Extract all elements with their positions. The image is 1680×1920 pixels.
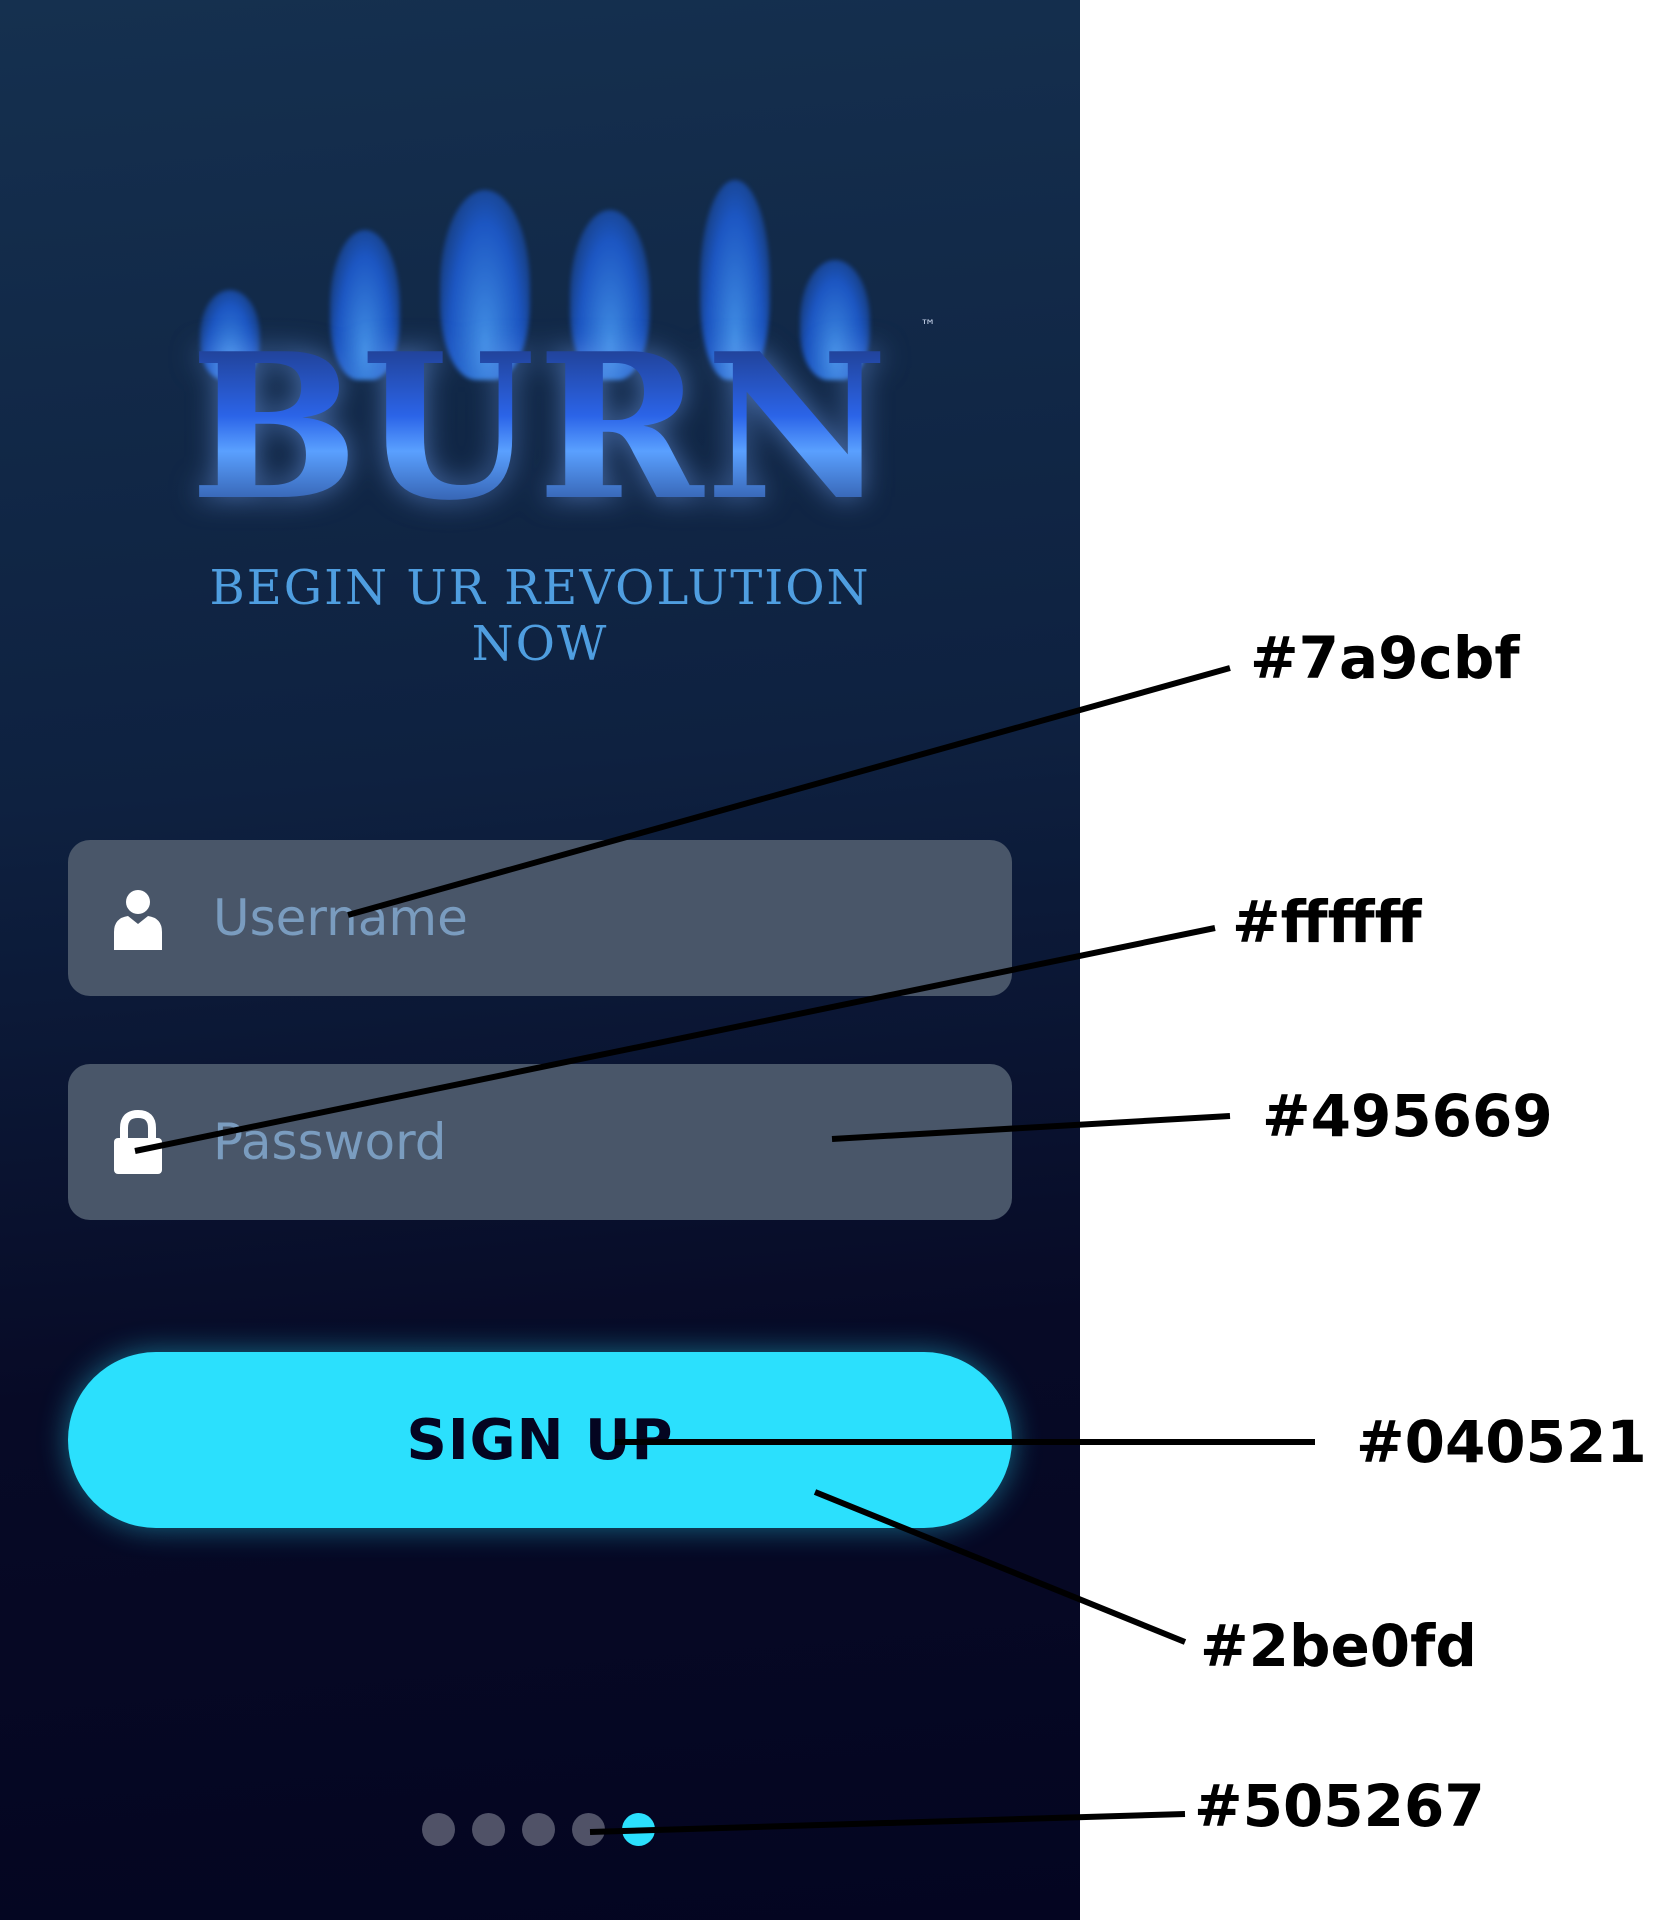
annotation-line — [589, 1811, 1186, 1835]
annotation-line — [134, 925, 1216, 1154]
annotation-label: #ffffff — [1232, 888, 1422, 956]
annotation-label: #505267 — [1194, 1772, 1485, 1840]
annotation-line — [347, 665, 1231, 918]
annotation-label: #040521 — [1356, 1408, 1647, 1476]
annotation-label: #7a9cbf — [1250, 624, 1520, 692]
annotation-label: #2be0fd — [1200, 1612, 1477, 1680]
annotation-line — [831, 1113, 1231, 1142]
annotation-label: #495669 — [1262, 1082, 1553, 1150]
annotation-line — [813, 1489, 1187, 1645]
